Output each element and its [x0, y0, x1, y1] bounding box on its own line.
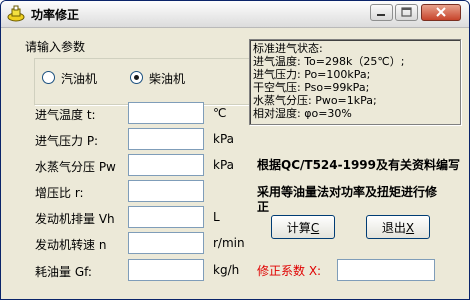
- standard-conditions-line: 进气温度: To=298k（25℃）;: [253, 55, 405, 68]
- minimize-icon: [377, 14, 385, 16]
- intake-pressure-unit: kPa: [213, 132, 234, 146]
- maximize-icon: [401, 7, 412, 17]
- standard-conditions-line: 进气压力: Po=100kPa;: [253, 68, 371, 81]
- close-button[interactable]: [421, 4, 461, 21]
- exit-button[interactable]: 退出X: [366, 215, 430, 239]
- engine-speed-unit: r/min: [213, 236, 245, 250]
- calculate-button[interactable]: 计算C: [271, 215, 335, 239]
- gasoline-label[interactable]: 汽油机: [61, 70, 97, 87]
- fuel-consumption-label: 耗油量 Gf:: [35, 265, 92, 279]
- correction-factor-label: 修正系数 X:: [257, 264, 322, 278]
- engine-speed-label: 发动机转速 n: [35, 238, 107, 252]
- displacement-unit: L: [213, 210, 220, 224]
- intake-temp-input[interactable]: [128, 102, 204, 124]
- standard-conditions-line: 干空气压: Pso=99kPa;: [253, 81, 370, 94]
- vapor-pressure-unit: kPa: [213, 158, 234, 172]
- intake-pressure-input[interactable]: [128, 128, 204, 150]
- client-area: 请输入参数 汽油机 柴油机 进气温度 t: ℃ 进气压力 P: kPa 水蒸气分…: [1, 28, 469, 299]
- standard-conditions-line: 相对湿度: φo=30%: [253, 107, 352, 120]
- exit-button-label: 退出: [381, 220, 406, 235]
- boost-ratio-input[interactable]: [128, 180, 204, 202]
- intake-temp-label: 进气温度 t:: [35, 108, 96, 122]
- maximize-button[interactable]: [395, 4, 418, 21]
- app-window: 功率修正 请输入参数 汽油机 柴油机 进气温度 t: ℃ 进气压力 P: kPa…: [0, 0, 470, 300]
- minimize-button[interactable]: [370, 4, 393, 21]
- vapor-pressure-label: 水蒸气分压 Pw: [35, 160, 116, 174]
- standard-conditions-line: 水蒸气分压: Pwo=1kPa;: [253, 94, 377, 107]
- input-group-title: 请输入参数: [23, 38, 88, 55]
- vapor-pressure-input[interactable]: [128, 154, 204, 176]
- title-bar[interactable]: 功率修正: [1, 1, 469, 28]
- calculate-button-accel: C: [310, 220, 320, 235]
- intake-temp-unit: ℃: [213, 106, 227, 120]
- diesel-label[interactable]: 柴油机: [149, 70, 185, 87]
- close-icon: [436, 7, 446, 17]
- standard-conditions-line: 标准进气状态:: [253, 42, 323, 55]
- calculate-button-label: 计算: [286, 220, 311, 235]
- displacement-label: 发动机排量 Vh: [35, 212, 115, 226]
- exit-button-accel: X: [405, 220, 415, 235]
- fuel-consumption-input[interactable]: [128, 259, 204, 281]
- intake-pressure-label: 进气压力 P:: [35, 134, 99, 148]
- displacement-input[interactable]: [128, 206, 204, 228]
- diesel-radio[interactable]: [130, 71, 143, 84]
- correction-factor-output[interactable]: [337, 259, 435, 281]
- standard-reference-note: 根据QC/T524-1999及有关资料编写: [257, 158, 461, 172]
- app-icon: [7, 5, 25, 22]
- method-note-line1: 采用等油量法对功率及扭矩进行修: [257, 185, 438, 199]
- standard-conditions-box: 标准进气状态: 进气温度: To=298k（25℃）; 进气压力: Po=100…: [249, 39, 461, 125]
- gasoline-radio[interactable]: [42, 71, 55, 84]
- engine-speed-input[interactable]: [128, 232, 204, 254]
- window-title: 功率修正: [31, 8, 80, 22]
- fuel-consumption-unit: kg/h: [213, 263, 240, 277]
- boost-ratio-label: 增压比 r:: [35, 186, 84, 200]
- method-note-line2: 正: [257, 200, 270, 214]
